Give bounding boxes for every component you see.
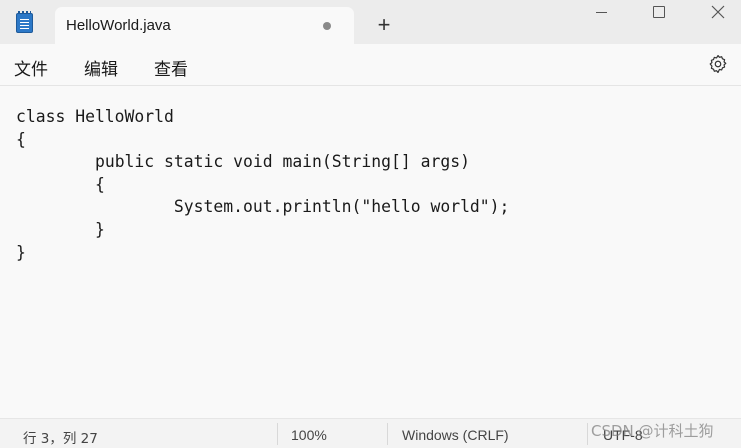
editor-content[interactable]: class HelloWorld { public static void ma… <box>16 106 716 264</box>
menu-view[interactable]: 查看 <box>154 55 188 80</box>
tab-helloworld[interactable]: HelloWorld.java <box>55 7 354 44</box>
menu-bar: 文件 编辑 查看 <box>0 44 741 86</box>
text-editor[interactable]: class HelloWorld { public static void ma… <box>0 86 741 413</box>
cursor-position: 行 3，列 27 <box>23 431 98 447</box>
status-divider <box>387 423 388 445</box>
menu-file[interactable]: 文件 <box>14 55 48 80</box>
menu-edit[interactable]: 编辑 <box>84 55 118 80</box>
minimize-button[interactable] <box>572 0 632 26</box>
tab-title: HelloWorld.java <box>66 17 171 34</box>
notepad-icon <box>16 11 33 33</box>
unsaved-dot-icon[interactable] <box>323 22 331 30</box>
gear-icon <box>709 54 727 74</box>
new-tab-button[interactable]: + <box>370 14 398 38</box>
settings-button[interactable] <box>707 53 729 75</box>
notepad-window: HelloWorld.java + 文件 编辑 查看 class HelloWo… <box>0 0 741 448</box>
line-ending: Windows (CRLF) <box>402 427 509 443</box>
watermark: CSDN @计科土狗 <box>591 422 714 440</box>
status-divider <box>587 423 588 445</box>
status-divider <box>277 423 278 445</box>
close-icon <box>711 5 725 19</box>
close-button[interactable] <box>688 0 741 26</box>
maximize-button[interactable] <box>628 0 688 26</box>
title-bar: HelloWorld.java + <box>0 0 741 44</box>
zoom-level: 100% <box>291 427 327 443</box>
